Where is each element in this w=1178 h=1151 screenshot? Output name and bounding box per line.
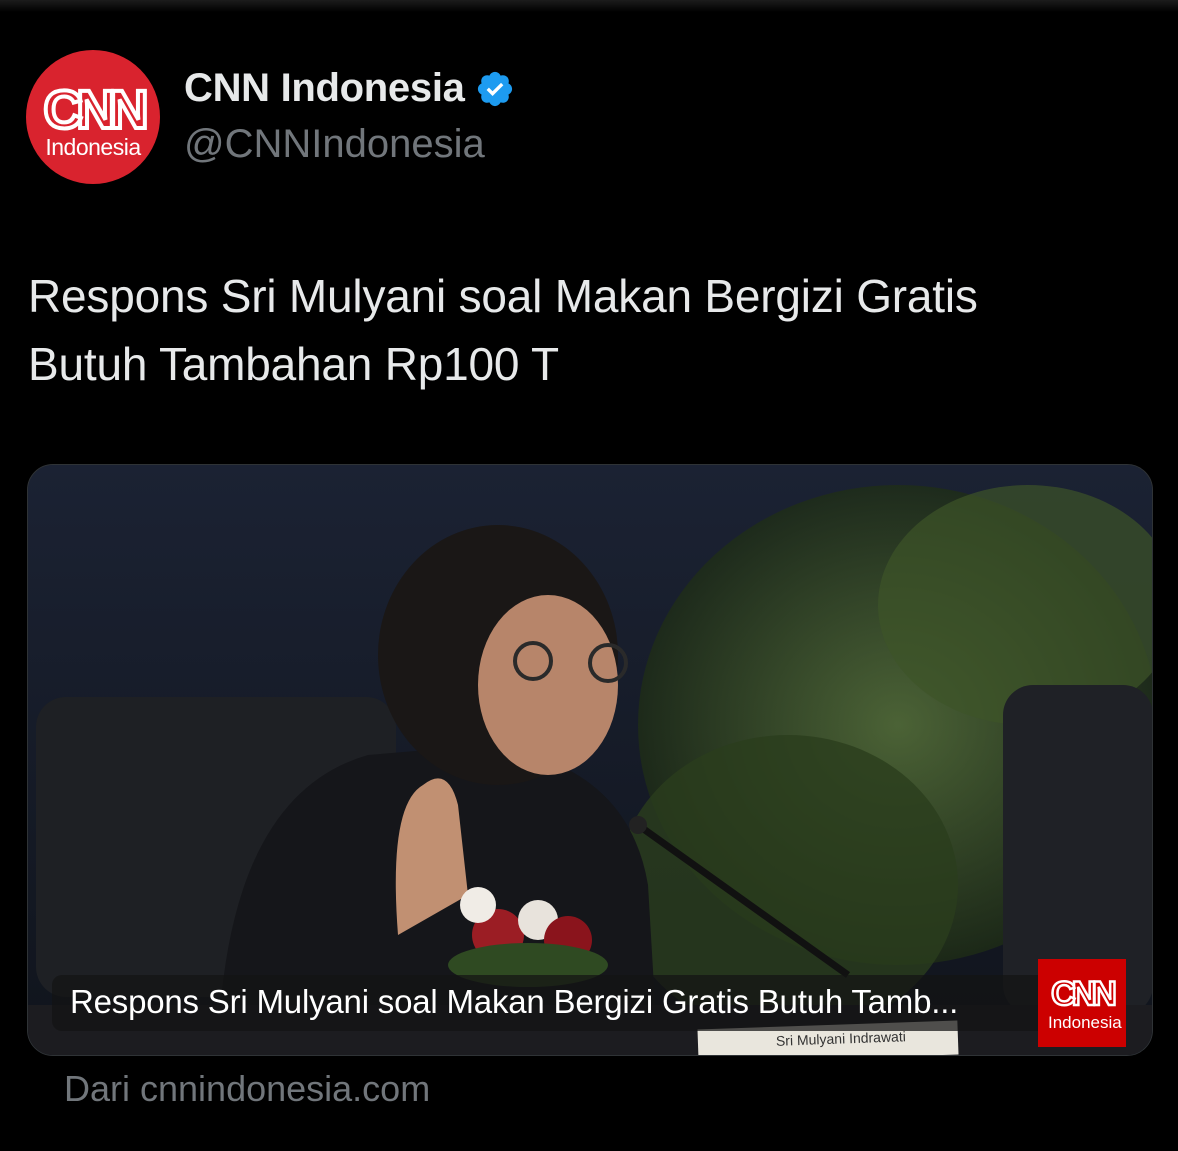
nameplate-text: Sri Mulyani Indrawati — [775, 1028, 907, 1049]
handle[interactable]: @CNNIndonesia — [184, 122, 485, 167]
cnn-badge-sub: Indonesia — [1048, 1013, 1122, 1032]
verified-badge-icon — [477, 71, 512, 106]
card-caption-text: Respons Sri Mulyani soal Makan Bergizi G… — [70, 983, 959, 1020]
cnn-logo-icon: CNN — [26, 78, 160, 142]
tweet-text-line2: Butuh Tambahan Rp100 T — [28, 338, 559, 390]
cnn-badge: CNN Indonesia — [1038, 959, 1126, 1047]
card-caption: Respons Sri Mulyani soal Makan Bergizi G… — [52, 975, 1052, 1031]
tweet-text-line1: Respons Sri Mulyani soal Makan Bergizi G… — [28, 270, 978, 322]
author-name-row: CNN Indonesia — [184, 66, 515, 111]
display-name[interactable]: CNN Indonesia — [184, 66, 465, 111]
link-card[interactable]: Sri Mulyani Indrawati Respons Sri Mulyan… — [27, 464, 1153, 1056]
card-source[interactable]: Dari cnnindonesia.com — [64, 1068, 430, 1110]
top-edge — [0, 0, 1178, 12]
card-photo — [28, 465, 1152, 1055]
svg-text:CNN: CNN — [44, 80, 146, 136]
avatar-logo-sub: Indonesia — [45, 134, 141, 160]
avatar[interactable]: CNN Indonesia — [26, 50, 160, 184]
tweet-text: Respons Sri Mulyani soal Makan Bergizi G… — [28, 262, 1148, 398]
svg-text:CNN: CNN — [1051, 975, 1115, 1011]
